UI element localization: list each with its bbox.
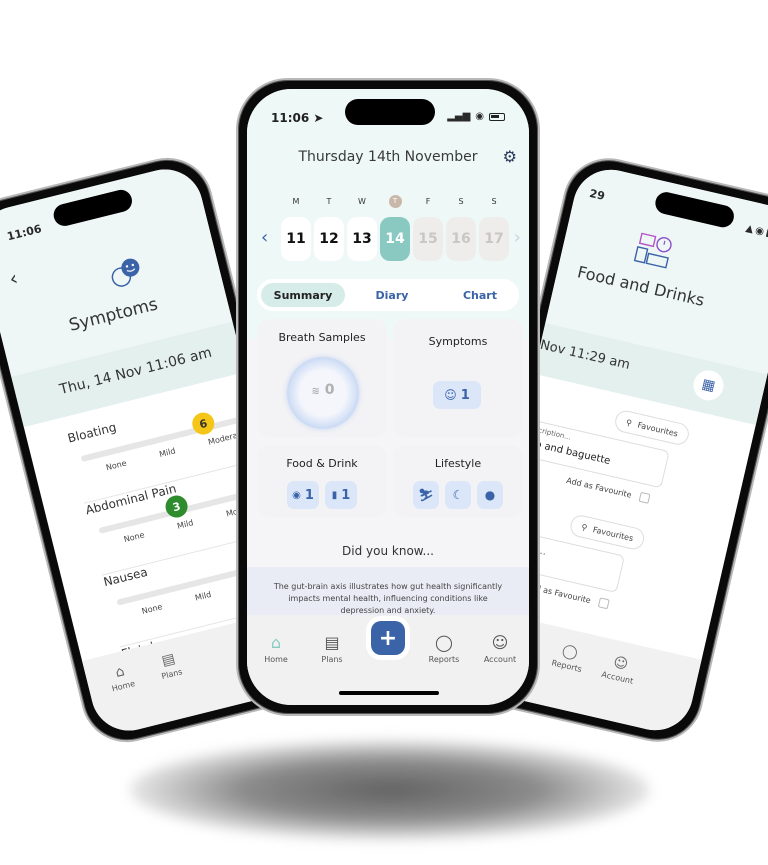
home-screen: 11:06 ➤ ▂▄▆ ◉ Thursday 14th November ⚙ ‹… [247,89,529,705]
drink-chip: ▮ 1 [325,481,357,509]
symptoms-count: 1 [460,387,470,403]
cup-icon: ▮ [331,489,338,501]
plate-cutlery-icon: ◉ [292,489,301,501]
tab-chart[interactable]: Chart [445,283,515,307]
date-cell[interactable]: 15 [413,217,443,261]
favourites-label: Favourites [636,420,679,439]
add-favourite-checkbox[interactable] [597,597,610,610]
breath-count: 0 [324,382,335,398]
status-time: 11:06 ➤ [271,111,323,125]
search-icon: ⚲ [625,417,633,428]
home-icon: ⌂ [270,633,282,652]
favourites-label: Favourites [592,524,635,543]
add-entry-button[interactable]: + [371,621,405,655]
nav-account[interactable]: ☺ Account [595,651,644,687]
label-none: None [105,458,128,473]
card-title: Breath Samples [278,331,366,344]
date-cell[interactable]: 13 [347,217,377,261]
status-icons: ▂▄▆ ◉ [447,111,505,122]
nav-home[interactable]: ⌂ Home [99,660,144,696]
weekday-label-today: T [380,195,410,208]
home-icon: ⌂ [113,663,127,681]
label-mild: Mild [158,446,177,460]
nav-label: Reports [428,655,460,664]
symptoms-faces-icon: ☺ [444,388,457,402]
tab-diary[interactable]: Diary [357,283,427,307]
weekday-label: M [292,197,300,206]
weekday-label: S [458,197,464,206]
signal-icon: ▂▄▆ [447,111,471,122]
date-cell[interactable]: 12 [314,217,344,261]
card-food-drink[interactable]: Food & Drink ◉ 1 ▮ 1 [257,445,387,517]
card-lifestyle[interactable]: Lifestyle ⛷ ☾ ● [393,445,523,517]
search-icon: ⚲ [580,521,589,533]
weekday-label: T [326,197,332,206]
nav-plans[interactable]: ▤ Plans [147,647,192,683]
plans-icon: ▤ [160,650,177,670]
account-icon: ☺ [491,633,509,652]
nav-label: Account [483,655,517,664]
home-indicator [339,691,439,695]
nav-reports[interactable]: ◯ Reports [419,633,469,664]
today-badge: T [388,195,402,208]
date-cell[interactable]: 16 [446,217,476,261]
nav-label: Home [264,655,288,664]
nav-label: Plans [321,655,343,664]
moon-icon: ☾ [445,481,471,509]
phone-home-summary: 11:06 ➤ ▂▄▆ ◉ Thursday 14th November ⚙ ‹… [236,78,540,716]
label-mild: Mild [176,518,195,531]
head-icon: ● [477,481,503,509]
nav-account[interactable]: ☺ Account [475,633,525,664]
nav-home[interactable]: ⌂ Home [251,633,301,664]
label-mild: Mild [194,589,213,603]
status-time-text: 11:06 [271,111,310,125]
plus-icon: + [378,625,398,651]
chevron-left-icon[interactable]: ‹ [261,227,268,248]
card-title: Food & Drink [286,457,358,470]
weekday-label: F [425,197,431,206]
label-none: None [122,530,146,545]
wind-icon: ≋ [311,386,320,397]
dynamic-island [345,99,435,125]
tab-summary[interactable]: Summary [261,283,345,307]
label-none: None [140,602,164,616]
gear-icon[interactable]: ⚙ [503,147,517,166]
nav-reports[interactable]: ◯ Reports [544,639,593,675]
card-breath-samples[interactable]: Breath Samples ≋ 0 [257,319,387,437]
card-title: Lifestyle [434,457,482,470]
floor-shadow [130,740,650,840]
battery-icon [489,112,505,121]
weekday-label: S [491,197,497,206]
add-favourite-checkbox[interactable] [638,491,651,504]
chevron-right-icon[interactable]: › [514,227,521,248]
date-cell[interactable]: 17 [479,217,509,261]
reports-icon: ◯ [435,633,453,652]
view-tabs: Summary Diary Chart [257,279,519,311]
walking-icon: ⛷ [413,481,439,509]
wifi-icon: ◉ [475,111,484,122]
meal-chip: ◉ 1 [287,481,319,509]
did-you-know-heading: Did you know... [342,544,434,558]
breath-value: ≋ 0 [287,382,359,398]
symptoms-chip: ☺ 1 [433,381,481,409]
bottom-nav: ⌂ Home ▤ Plans + ◯ Reports ☺ Account [247,615,529,705]
page-title: Thursday 14th November [298,149,478,165]
symptom-name: Bloating [66,420,118,446]
card-symptoms[interactable]: Symptoms ☺ 1 [393,319,523,437]
drink-count: 1 [341,487,351,503]
did-you-know-text: The gut-brain axis illustrates how gut h… [273,582,503,615]
breath-ring: ≋ 0 [287,357,359,429]
date-cell-selected[interactable]: 14 [380,217,410,261]
nav-plans[interactable]: ▤ Plans [307,633,357,664]
date-cell[interactable]: 11 [281,217,311,261]
card-title: Symptoms [428,335,488,348]
weekday-label: W [358,197,366,206]
meal-count: 1 [304,487,314,503]
plans-icon: ▤ [324,633,340,652]
location-arrow-icon: ➤ [313,111,324,125]
